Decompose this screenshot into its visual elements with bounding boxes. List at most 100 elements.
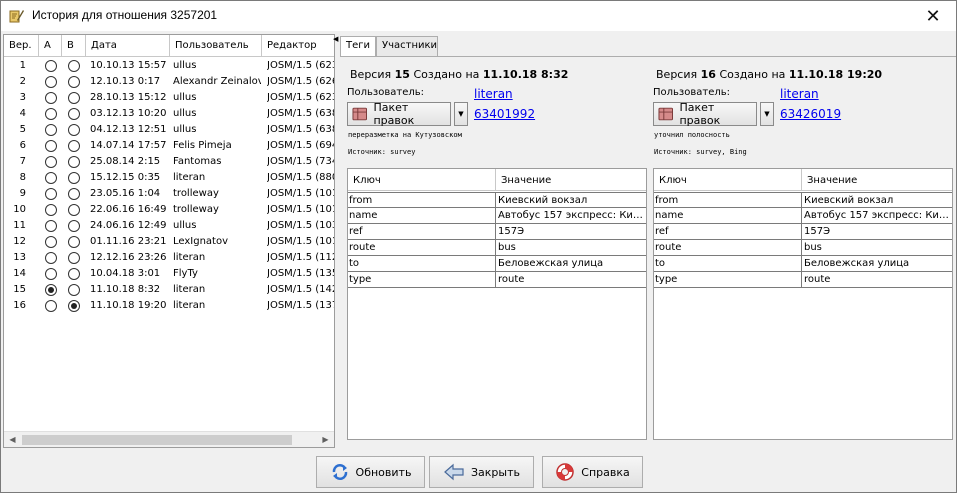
history-row[interactable]: 14 10.04.18 3:01 FlyTy JOSM/1.5 (135 (4, 266, 334, 282)
changeset-dropdown-chevron-down-icon[interactable]: ▼ (760, 102, 774, 126)
radio-version-a[interactable] (45, 236, 57, 248)
radio-version-a[interactable] (45, 220, 57, 232)
radio-version-a[interactable] (45, 204, 57, 216)
radio-version-a[interactable] (45, 172, 57, 184)
history-row[interactable]: 16 11.10.18 19:20 literan JOSM/1.5 (137 (4, 298, 334, 314)
tag-row[interactable]: type route (348, 272, 646, 288)
close-button-label: Закрыть (471, 465, 520, 479)
scroll-left-icon[interactable]: ◀ (4, 432, 21, 447)
radio-version-b[interactable] (68, 204, 80, 216)
editor-cell: JOSM/1.5 (135 (267, 268, 335, 279)
radio-version-b[interactable] (68, 236, 80, 248)
history-window: История для отношения 3257201 ✕ Вер. A B… (0, 0, 957, 493)
radio-version-b[interactable] (68, 252, 80, 264)
scrollbar-thumb[interactable] (22, 435, 292, 445)
col-header-date[interactable]: Дата (86, 35, 170, 57)
version-cell: 3 (19, 92, 26, 103)
user-link[interactable]: literan (780, 87, 819, 101)
radio-version-b[interactable] (68, 172, 80, 184)
history-row[interactable]: 9 23.05.16 1:04 trolleway JOSM/1.5 (101 (4, 186, 334, 202)
radio-version-a[interactable] (45, 268, 57, 280)
radio-version-a[interactable] (45, 284, 57, 296)
tag-row[interactable]: to Беловежская улица (348, 256, 646, 272)
radio-version-b[interactable] (68, 188, 80, 200)
radio-version-a[interactable] (45, 252, 57, 264)
changeset-dropdown-chevron-down-icon[interactable]: ▼ (454, 102, 468, 126)
radio-version-a[interactable] (45, 156, 57, 168)
close-button[interactable]: Закрыть (429, 456, 534, 488)
radio-version-b[interactable] (68, 220, 80, 232)
col-header-key[interactable]: Ключ (348, 169, 496, 191)
radio-version-b[interactable] (68, 60, 80, 72)
col-header-user[interactable]: Пользователь (170, 35, 262, 57)
radio-version-b[interactable] (68, 140, 80, 152)
history-row[interactable]: 1 10.10.13 15:57 ullus JOSM/1.5 (623 (4, 58, 334, 74)
radio-version-a[interactable] (45, 76, 57, 88)
history-row[interactable]: 3 28.10.13 15:12 ullus JOSM/1.5 (623 (4, 90, 334, 106)
radio-version-a[interactable] (45, 140, 57, 152)
radio-version-b[interactable] (68, 156, 80, 168)
history-row[interactable]: 15 11.10.18 8:32 literan JOSM/1.5 (142 (4, 282, 334, 298)
col-header-value[interactable]: Значение (496, 169, 646, 191)
history-row[interactable]: 11 24.06.16 12:49 ullus JOSM/1.5 (103 (4, 218, 334, 234)
radio-version-a[interactable] (45, 300, 57, 312)
horizontal-scrollbar[interactable]: ◀ ▶ (4, 431, 334, 447)
radio-version-a[interactable] (45, 108, 57, 120)
radio-version-b[interactable] (68, 124, 80, 136)
radio-version-a[interactable] (45, 188, 57, 200)
radio-version-b[interactable] (68, 300, 80, 312)
col-header-editor[interactable]: Редактор (262, 35, 334, 57)
tag-row[interactable]: type route (654, 272, 952, 288)
history-row[interactable]: 4 03.12.13 10:20 ullus JOSM/1.5 (638 (4, 106, 334, 122)
history-row[interactable]: 2 12.10.13 0:17 Alexandr Zeinalov JOSM/1.5 … (4, 74, 334, 90)
col-header-key[interactable]: Ключ (654, 169, 802, 191)
version-cell: 10 (13, 204, 26, 215)
col-header-a[interactable]: A (39, 35, 62, 57)
tag-row[interactable]: route bus (654, 240, 952, 256)
history-row[interactable]: 13 12.12.16 23:26 literan JOSM/1.5 (112 (4, 250, 334, 266)
radio-version-a[interactable] (45, 60, 57, 72)
tag-row[interactable]: nameАвтобус 157 экспресс: Киевский вокза… (654, 208, 952, 224)
tags-table-version-a: Ключ Значение from Киевский вокзал name Авт… (347, 168, 647, 440)
tag-row[interactable]: ref 157Э (348, 224, 646, 240)
history-row[interactable]: 6 14.07.14 17:57 Felis Pimeja JOSM/1.5 (694 (4, 138, 334, 154)
tag-row[interactable]: from Киевский вокзал (654, 192, 952, 209)
radio-version-b[interactable] (68, 108, 80, 120)
tag-row[interactable]: to Беловежская улица (654, 256, 952, 272)
tag-row[interactable]: ref 157Э (654, 224, 952, 240)
editor-cell: JOSM/1.5 (103 (267, 220, 335, 231)
scroll-right-icon[interactable]: ▶ (317, 432, 334, 447)
tag-key-cell: to (654, 256, 802, 272)
history-row[interactable]: 12 01.11.16 23:21 LexIgnatov JOSM/1.5 (101 (4, 234, 334, 250)
changeset-link[interactable]: 63426019 (780, 107, 841, 121)
tab-tags[interactable]: Теги (340, 36, 376, 57)
radio-version-a[interactable] (45, 92, 57, 104)
radio-version-b[interactable] (68, 76, 80, 88)
created-label: Создано на (719, 68, 786, 81)
col-header-version[interactable]: Вер. (4, 35, 39, 57)
refresh-button[interactable]: Обновить (316, 456, 425, 488)
tab-members[interactable]: Участники (376, 36, 438, 56)
history-row[interactable]: 8 15.12.15 0:35 literan JOSM/1.5 (880 (4, 170, 334, 186)
version-cell: 7 (19, 156, 26, 167)
radio-version-b[interactable] (68, 268, 80, 280)
history-row[interactable]: 5 04.12.13 12:51 ullus JOSM/1.5 (638 (4, 122, 334, 138)
tag-row[interactable]: from Киевский вокзал (348, 192, 646, 209)
col-header-value[interactable]: Значение (802, 169, 952, 191)
changeset-button[interactable]: Пакет правок (347, 101, 451, 127)
changeset-link[interactable]: 63401992 (474, 107, 535, 121)
user-link[interactable]: literan (474, 87, 513, 101)
changeset-button[interactable]: Пакет правок (653, 101, 757, 127)
version-cell: 15 (13, 284, 26, 295)
splitter-collapse-icon[interactable]: ◀ (333, 34, 339, 44)
tag-row[interactable]: nameАвтобус 157 экспресс: Киевский вокза… (348, 208, 646, 224)
radio-version-b[interactable] (68, 284, 80, 296)
radio-version-b[interactable] (68, 92, 80, 104)
radio-version-a[interactable] (45, 124, 57, 136)
tag-row[interactable]: route bus (348, 240, 646, 256)
col-header-b[interactable]: B (62, 35, 86, 57)
history-row[interactable]: 10 22.06.16 16:49 trolleway JOSM/1.5 (101 (4, 202, 334, 218)
help-button[interactable]: Справка (542, 456, 643, 488)
close-window-button[interactable]: ✕ (910, 1, 956, 31)
history-row[interactable]: 7 25.08.14 2:15 Fantomas JOSM/1.5 (734 (4, 154, 334, 170)
